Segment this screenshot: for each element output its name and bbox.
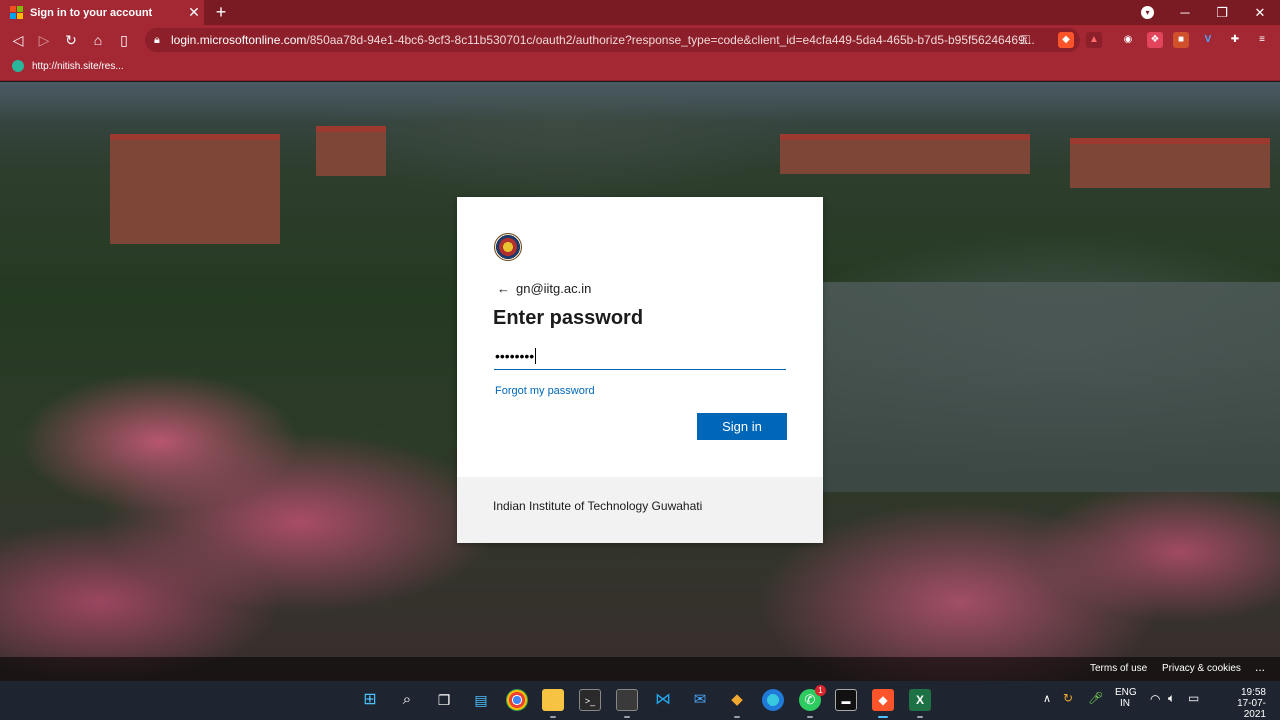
privacy-link[interactable]: Privacy & cookies	[1162, 663, 1241, 674]
more-options-button[interactable]: ...	[1255, 660, 1265, 674]
campus-building	[110, 134, 280, 244]
extension-v-icon[interactable]: V	[1200, 32, 1216, 48]
bookmark-icon[interactable]: ▯	[111, 25, 137, 55]
campus-building	[780, 134, 1030, 174]
mail-icon[interactable]: ✉	[689, 689, 711, 711]
taskbar: ⊞ ⌕ ❐ ▤ >_ ⋈ ✉ ◆ ✆ 1 ▬ ◆ X ∧ ↻ 🎤︎ ENG IN …	[0, 681, 1280, 720]
text-caret	[535, 348, 537, 364]
password-key-icon[interactable]: ⚿	[1021, 28, 1030, 52]
url-host: login.microsoftonline.com	[171, 33, 307, 47]
file-explorer-icon[interactable]	[542, 689, 564, 711]
back-icon[interactable]: ◁	[5, 25, 31, 55]
signin-button[interactable]: Sign in	[697, 413, 787, 440]
widgets-icon[interactable]: ▤	[470, 689, 492, 711]
forward-icon[interactable]: ▷	[31, 25, 57, 55]
running-indicator	[807, 716, 813, 718]
password-value: ••••••••	[495, 348, 535, 364]
whatsapp-badge: 1	[815, 685, 826, 696]
edge-icon[interactable]	[762, 689, 784, 711]
running-indicator	[734, 716, 740, 718]
chevron-up-icon[interactable]: ∧	[1043, 692, 1051, 705]
excel-icon[interactable]: X	[909, 689, 931, 711]
tab-signin[interactable]: Sign in to your account ✕	[0, 0, 204, 25]
back-to-account[interactable]: ← gn@iitg.ac.in	[497, 281, 591, 296]
monitor-icon[interactable]: ▬	[835, 689, 857, 711]
tab-title: Sign in to your account	[30, 6, 153, 19]
volume-icon[interactable]: 🔈︎	[1168, 691, 1175, 706]
clock-date: 17-07-2021	[1237, 698, 1266, 720]
globe-icon	[12, 60, 24, 72]
git-icon[interactable]: ◆	[726, 689, 748, 711]
extensions-puzzle-icon[interactable]: ✚	[1227, 32, 1243, 48]
brave-icon[interactable]: ◆	[872, 689, 894, 711]
wifi-icon[interactable]: ◠	[1150, 692, 1160, 706]
battery-icon[interactable]: ▭	[1188, 691, 1199, 705]
microphone-icon[interactable]: 🎤︎	[1088, 691, 1103, 705]
campus-building	[1070, 138, 1270, 188]
whatsapp-icon[interactable]: ✆ 1	[799, 685, 826, 711]
region-code: IN	[1120, 698, 1130, 709]
terms-link[interactable]: Terms of use	[1090, 663, 1147, 674]
page-footer: Terms of use Privacy & cookies ...	[0, 657, 1280, 681]
page-background: ← gn@iitg.ac.in Enter password •••••••• …	[0, 82, 1280, 681]
arrow-left-icon: ←	[497, 281, 510, 296]
running-indicator	[624, 716, 630, 718]
bookmark-nitish[interactable]: http://nitish.site/res...	[12, 60, 124, 72]
lock-icon[interactable]: 🔒︎	[154, 28, 160, 52]
tab-search-icon[interactable]: ▾	[1141, 6, 1154, 19]
reload-icon[interactable]: ↻	[58, 25, 84, 55]
forgot-password-link[interactable]: Forgot my password	[495, 385, 595, 397]
sync-icon[interactable]: ↻	[1063, 691, 1073, 705]
brave-shields-icon[interactable]: ◆	[1058, 32, 1074, 48]
campus-building	[316, 126, 386, 176]
app-window-icon[interactable]	[616, 689, 638, 711]
tab-strip: Sign in to your account ✕ + ▾ ─ ❐ ✕	[0, 0, 1280, 25]
language-indicator[interactable]: ENG IN	[1115, 687, 1137, 709]
chrome-icon[interactable]	[506, 689, 528, 711]
microsoft-logo-icon	[10, 6, 23, 19]
extension-3-icon[interactable]: ■	[1173, 32, 1189, 48]
running-indicator	[550, 716, 556, 718]
url-path: /850aa78d-94e1-4bc6-9cf3-8c11b530701c/oa…	[306, 33, 1035, 47]
lake	[820, 282, 1280, 492]
tab-close-icon[interactable]: ✕	[184, 4, 204, 21]
maximize-icon[interactable]: ❐	[1204, 0, 1240, 25]
extension-1-icon[interactable]: ◉	[1120, 32, 1136, 48]
menu-icon[interactable]: ≡	[1254, 32, 1270, 48]
signin-card: ← gn@iitg.ac.in Enter password •••••••• …	[457, 197, 823, 543]
page-title: Enter password	[493, 307, 644, 329]
password-field[interactable]: ••••••••	[494, 343, 786, 370]
search-icon[interactable]: ⌕	[396, 689, 418, 711]
minimize-icon[interactable]: ─	[1167, 0, 1203, 25]
bookmark-label: http://nitish.site/res...	[32, 60, 124, 72]
new-tab-button[interactable]: +	[211, 0, 231, 25]
active-indicator	[878, 716, 888, 718]
start-icon[interactable]: ⊞	[359, 689, 381, 711]
bookmarks-bar: http://nitish.site/res...	[0, 55, 1280, 81]
home-icon[interactable]: ⌂	[85, 25, 111, 55]
extension-2-icon[interactable]: ❖	[1147, 32, 1163, 48]
address-bar[interactable]: 🔒︎ login.microsoftonline.com/850aa78d-94…	[145, 28, 1080, 52]
organization-name: Indian Institute of Technology Guwahati	[493, 499, 703, 513]
sky	[0, 82, 1280, 122]
browser-toolbar: ◁ ▷ ↻ ⌂ ▯ 🔒︎ login.microsoftonline.com/8…	[0, 25, 1280, 55]
account-email: gn@iitg.ac.in	[516, 281, 592, 296]
organization-banner: Indian Institute of Technology Guwahati	[457, 477, 823, 543]
window-close-icon[interactable]: ✕	[1242, 0, 1278, 25]
running-indicator	[917, 716, 923, 718]
clock-time: 19:58	[1240, 687, 1266, 698]
clock[interactable]: 19:58 17-07-2021	[1216, 687, 1266, 720]
organization-logo-icon	[494, 233, 522, 261]
terminal-icon[interactable]: >_	[579, 689, 601, 711]
vscode-icon[interactable]: ⋈	[652, 689, 674, 711]
task-view-icon[interactable]: ❐	[433, 689, 455, 711]
brave-rewards-icon[interactable]: ▲	[1086, 32, 1102, 48]
language-code: ENG	[1115, 687, 1137, 698]
